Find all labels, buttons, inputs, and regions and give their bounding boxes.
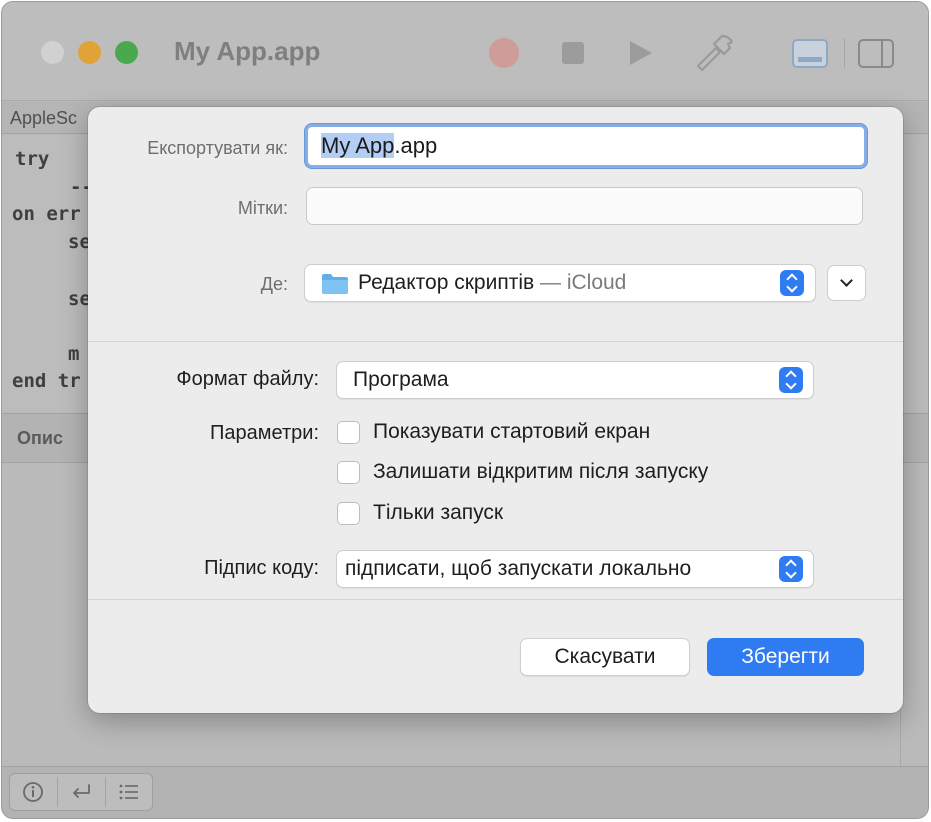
folder-icon xyxy=(322,274,348,294)
expand-browser-button[interactable] xyxy=(827,265,866,301)
file-format-value: Програма xyxy=(353,368,449,391)
zoom-window-button[interactable] xyxy=(115,41,138,64)
run-only-checkbox[interactable] xyxy=(337,502,360,525)
show-startup-screen-checkbox[interactable] xyxy=(337,421,360,444)
save-button[interactable]: Зберегти xyxy=(707,638,864,676)
where-popup[interactable]: Редактор скриптів — iCloud xyxy=(304,264,816,302)
window-toolbar xyxy=(2,2,928,101)
export-name-field[interactable]: My App.app xyxy=(305,124,867,168)
bottom-panel-icon[interactable] xyxy=(792,39,828,68)
info-icon[interactable] xyxy=(10,774,56,810)
side-panel-icon[interactable] xyxy=(858,39,894,68)
where-stepper-icon xyxy=(780,270,804,296)
language-popup[interactable]: AppleSc xyxy=(10,108,77,129)
show-startup-screen-label[interactable]: Показувати стартовий екран xyxy=(373,420,650,444)
export-name-extension: .app xyxy=(394,133,438,158)
code-signing-value: підписати, щоб запускати локально xyxy=(345,557,692,580)
code-signing-stepper-icon xyxy=(779,556,803,582)
list-icon[interactable] xyxy=(106,774,152,810)
close-window-button[interactable] xyxy=(41,41,64,64)
cancel-button[interactable]: Скасувати xyxy=(520,638,690,676)
sheet-divider xyxy=(88,341,903,342)
tags-field[interactable] xyxy=(306,187,863,225)
minimize-window-button[interactable] xyxy=(78,41,101,64)
record-icon[interactable] xyxy=(489,38,519,68)
reply-arrow-icon[interactable] xyxy=(58,774,104,810)
run-only-label[interactable]: Тільки запуск xyxy=(373,501,503,525)
tags-label: Мітки: xyxy=(237,198,288,218)
code-line: try xyxy=(15,148,50,170)
where-label: Де: xyxy=(260,274,288,294)
code-line: end tr xyxy=(12,370,81,392)
stay-open-label[interactable]: Залишати відкритим після запуску xyxy=(373,460,708,484)
description-tab[interactable]: Опис xyxy=(17,428,63,449)
where-location: — iCloud xyxy=(534,271,627,294)
chevron-down-icon xyxy=(840,274,853,287)
file-format-popup[interactable]: Програма xyxy=(336,361,814,399)
code-line: m xyxy=(68,343,80,365)
where-folder-name: Редактор скриптів xyxy=(358,271,535,294)
compile-hammer-icon[interactable] xyxy=(692,32,736,72)
toolbar-separator xyxy=(844,38,845,68)
run-icon[interactable] xyxy=(630,41,652,65)
code-signing-label: Підпис коду: xyxy=(204,557,319,579)
sheet-divider xyxy=(88,599,903,600)
options-label: Параметри: xyxy=(210,422,319,444)
file-format-label: Формат файлу: xyxy=(176,368,319,390)
file-format-stepper-icon xyxy=(779,367,803,393)
export-name-selection: My App xyxy=(321,133,395,158)
export-name-value: My App.app xyxy=(321,133,437,159)
where-value: Редактор скриптів — iCloud xyxy=(358,265,626,301)
export-name-label: Експортувати як: xyxy=(147,138,288,158)
stop-icon[interactable] xyxy=(562,42,584,64)
code-line: on err xyxy=(12,203,81,225)
window-title: My App.app xyxy=(174,36,321,66)
code-signing-popup[interactable]: підписати, щоб запускати локально xyxy=(336,550,814,588)
stay-open-checkbox[interactable] xyxy=(337,461,360,484)
